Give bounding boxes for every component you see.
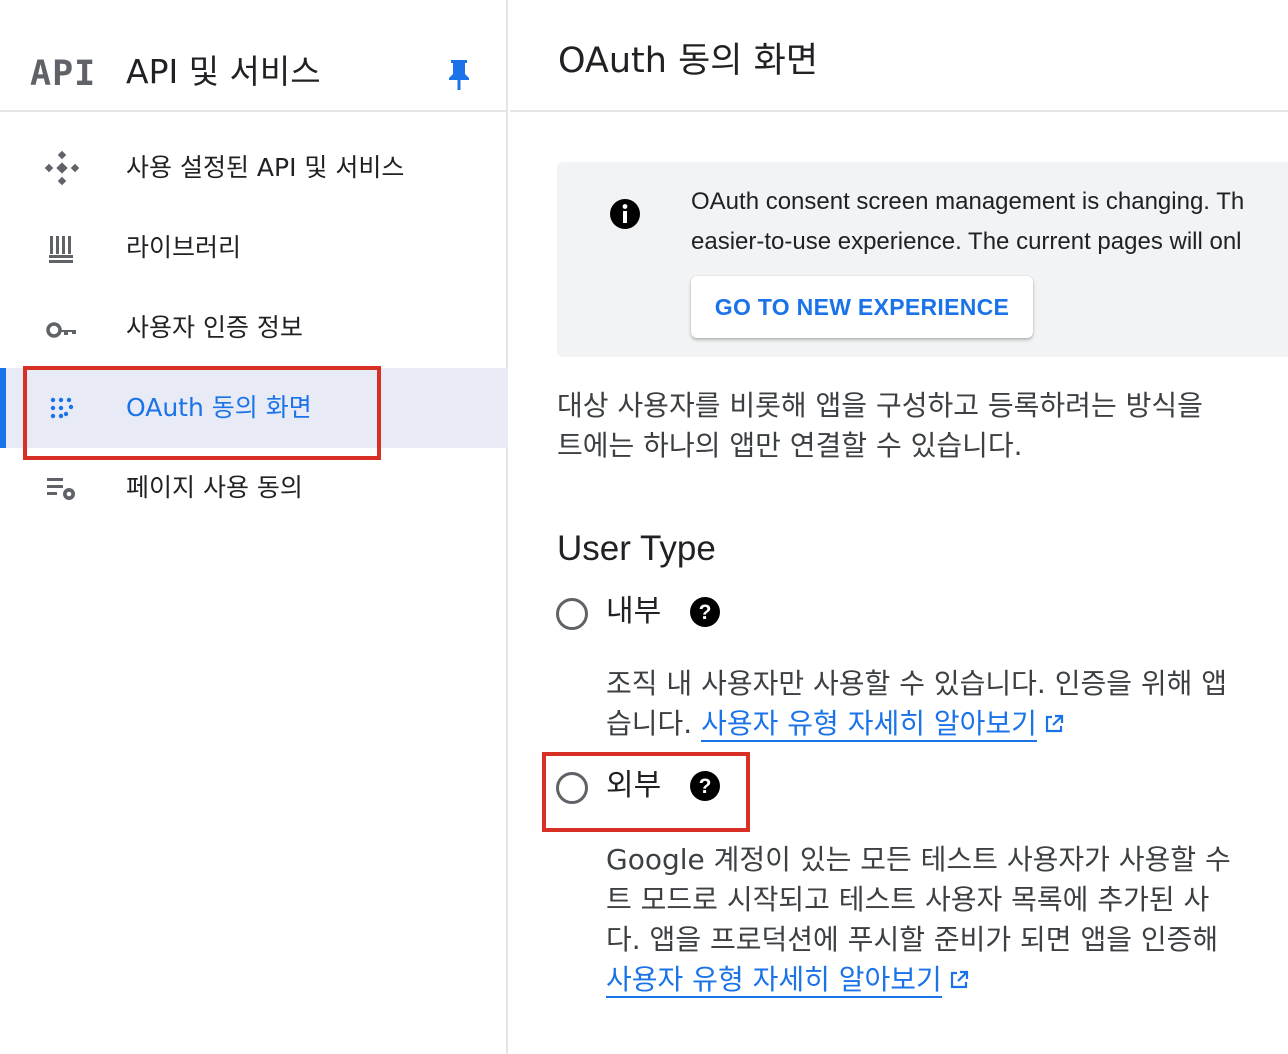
internal-description: 조직 내 사용자만 사용할 수 있습니다. 인증을 위해 앱 습니다. 사용자 … xyxy=(606,664,1288,744)
external-desc-line-3: 다. 앱을 프로덕션에 푸시할 준비가 되면 앱을 인증해 xyxy=(606,923,1219,956)
radio-label-internal: 내부 xyxy=(606,594,662,629)
sidebar: API API 및 서비스 사용 설정된 API 및 서비스 라이브러리 사용자… xyxy=(0,0,508,1054)
sidebar-item-label: OAuth 동의 화면 xyxy=(126,393,312,422)
info-banner: OAuth consent screen management is chang… xyxy=(557,162,1288,357)
radio-button-external[interactable] xyxy=(556,772,588,804)
internal-desc-line-1: 조직 내 사용자만 사용할 수 있습니다. 인증을 위해 앱 xyxy=(606,667,1228,700)
radio-button-internal[interactable] xyxy=(556,598,588,630)
external-desc-line-2: 트 모드로 시작되고 테스트 사용자 목록에 추가된 사 xyxy=(606,883,1210,916)
external-link-icon xyxy=(950,970,968,989)
help-icon[interactable]: ? xyxy=(689,596,721,628)
library-icon xyxy=(49,236,73,263)
page-title: OAuth 동의 화면 xyxy=(558,41,819,81)
radio-internal[interactable]: 내부 ? xyxy=(556,594,726,638)
internal-desc-line-2: 습니다. 사용자 유형 자세히 알아보기 xyxy=(606,704,1288,744)
radio-external[interactable]: 외부 ? xyxy=(556,768,726,812)
sidebar-item-credentials[interactable]: 사용자 인증 정보 xyxy=(0,288,508,368)
banner-line-1: OAuth consent screen management is chang… xyxy=(691,188,1245,215)
help-icon[interactable]: ? xyxy=(689,770,721,802)
sidebar-item-library[interactable]: 라이브러리 xyxy=(0,208,508,288)
main-header: OAuth 동의 화면 xyxy=(510,12,1288,112)
pin-icon[interactable] xyxy=(446,58,472,92)
sidebar-item-label: 사용자 인증 정보 xyxy=(126,313,303,342)
description-line-2: 트에는 하나의 앱만 연결할 수 있습니다. xyxy=(557,429,1023,462)
banner-text: OAuth consent screen management is chang… xyxy=(691,182,1288,262)
learn-more-user-type-link[interactable]: 사용자 유형 자세히 알아보기 xyxy=(606,963,942,998)
banner-line-2: easier-to-use experience. The current pa… xyxy=(691,228,1242,255)
sidebar-item-label: 라이브러리 xyxy=(126,233,242,262)
svg-text:?: ? xyxy=(699,601,712,624)
page-settings-icon xyxy=(47,478,75,500)
sidebar-item-label: 페이지 사용 동의 xyxy=(126,473,303,502)
external-link-icon xyxy=(1045,714,1064,733)
radio-label-external: 외부 xyxy=(606,768,662,803)
internal-desc-prefix: 습니다. xyxy=(606,707,702,740)
external-desc-line-1: Google 계정이 있는 모든 테스트 사용자가 사용할 수 xyxy=(606,843,1231,876)
sidebar-item-page-consent[interactable]: 페이지 사용 동의 xyxy=(0,448,508,528)
api-services-icon xyxy=(44,150,80,186)
learn-more-user-type-link[interactable]: 사용자 유형 자세히 알아보기 xyxy=(701,707,1037,742)
sidebar-item-oauth-consent[interactable]: OAuth 동의 화면 xyxy=(0,368,508,448)
active-indicator xyxy=(0,368,6,448)
svg-text:?: ? xyxy=(699,775,712,798)
sidebar-header: API API 및 서비스 xyxy=(0,12,508,112)
app: API API 및 서비스 사용 설정된 API 및 서비스 라이브러리 사용자… xyxy=(0,0,1288,1054)
external-desc-line-4: 사용자 유형 자세히 알아보기 xyxy=(606,960,1288,1000)
description-line-1: 대상 사용자를 비롯해 앱을 구성하고 등록하려는 방식을 xyxy=(557,389,1203,422)
sidebar-item-enabled-apis[interactable]: 사용 설정된 API 및 서비스 xyxy=(0,128,508,208)
sidebar-item-label: 사용 설정된 API 및 서비스 xyxy=(126,153,405,182)
sidebar-title: API 및 서비스 xyxy=(126,52,321,91)
user-type-heading: User Type xyxy=(557,529,716,568)
go-to-new-experience-button[interactable]: GO TO NEW EXPERIENCE xyxy=(691,276,1033,338)
api-logo: API xyxy=(30,54,97,94)
key-icon xyxy=(46,322,76,338)
page-description: 대상 사용자를 비롯해 앱을 구성하고 등록하려는 방식을 트에는 하나의 앱만… xyxy=(557,386,1288,466)
info-icon xyxy=(610,199,640,229)
oauth-consent-icon xyxy=(50,397,74,419)
external-description: Google 계정이 있는 모든 테스트 사용자가 사용할 수 트 모드로 시작… xyxy=(606,840,1288,1000)
